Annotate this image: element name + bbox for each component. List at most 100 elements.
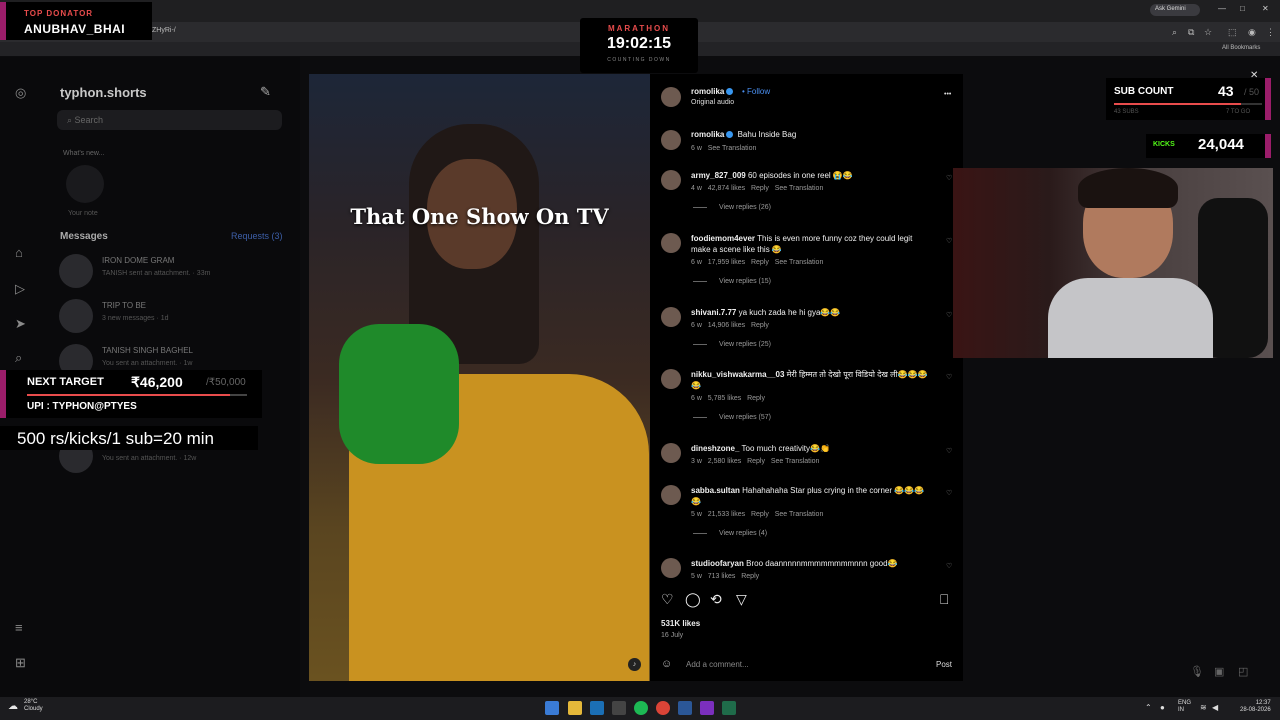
view-replies-button[interactable]: View replies (4) bbox=[693, 530, 767, 537]
mute-toggle-icon[interactable]: ♪ bbox=[628, 658, 641, 671]
file-explorer-icon[interactable] bbox=[568, 701, 582, 715]
comment-username[interactable]: sabba.sultan bbox=[691, 486, 740, 495]
thread-row[interactable]: IRON DOME GRAM TANISH sent an attachment… bbox=[45, 250, 295, 292]
reel-video[interactable]: That One Show On TV bbox=[309, 74, 650, 681]
reply-button[interactable]: Reply bbox=[751, 322, 769, 329]
tray-chevron-icon[interactable]: ⌃ bbox=[1145, 703, 1152, 712]
comment-avatar[interactable] bbox=[661, 233, 681, 253]
steam-icon[interactable] bbox=[590, 701, 604, 715]
add-comment-input[interactable]: Add a comment... bbox=[686, 660, 749, 669]
weather-widget[interactable]: 28°C Cloudy bbox=[24, 699, 43, 713]
mic-tray-icon[interactable]: ● bbox=[1160, 703, 1165, 712]
reply-button[interactable]: Reply bbox=[747, 395, 765, 402]
sticker-icon[interactable]: ◰ bbox=[1238, 665, 1248, 678]
more-menu-icon[interactable]: ≡ bbox=[15, 620, 31, 636]
comment-username[interactable]: foodiemom4ever bbox=[691, 234, 755, 243]
reels-icon[interactable]: ▷ bbox=[15, 281, 31, 297]
reply-button[interactable]: Reply bbox=[751, 185, 769, 192]
reply-button[interactable]: Reply bbox=[741, 573, 759, 580]
language-indicator[interactable]: ENG IN bbox=[1178, 700, 1191, 714]
volume-icon[interactable]: ◀ bbox=[1212, 703, 1218, 712]
address-bar[interactable]: ZHyRi-/ bbox=[152, 27, 176, 34]
like-icon[interactable]: ♡ bbox=[661, 591, 674, 608]
share-icon[interactable]: ▽ bbox=[736, 591, 747, 608]
reply-button[interactable]: Reply bbox=[751, 259, 769, 266]
menu-icon[interactable]: ⋮ bbox=[1266, 27, 1275, 38]
extensions-icon[interactable]: ⬚ bbox=[1228, 27, 1237, 38]
caption-avatar[interactable] bbox=[661, 130, 681, 150]
see-translation-link[interactable]: See Translation bbox=[771, 458, 820, 465]
comment-likes[interactable]: 5,785 likes bbox=[708, 395, 741, 402]
emoji-icon[interactable]: ☺ bbox=[661, 658, 672, 670]
profile-icon[interactable]: ◉ bbox=[1248, 27, 1256, 38]
post-author[interactable]: romolika bbox=[691, 87, 735, 96]
search-input[interactable]: ⌕ Search bbox=[57, 110, 282, 130]
comment-like-icon[interactable]: ♡ bbox=[946, 237, 952, 245]
likes-count[interactable]: 531K likes bbox=[661, 619, 700, 628]
audio-label[interactable]: Original audio bbox=[691, 99, 734, 106]
comment-likes[interactable]: 2,580 likes bbox=[708, 458, 741, 465]
comment-username[interactable]: nikku_vishwakarma__03 bbox=[691, 370, 784, 379]
comment-like-icon[interactable]: ♡ bbox=[946, 489, 952, 497]
comment-username[interactable]: studioofaryan bbox=[691, 559, 744, 568]
comment-likes[interactable]: 14,906 likes bbox=[708, 322, 745, 329]
compose-icon[interactable]: ✎ bbox=[260, 84, 271, 100]
instagram-logo-icon[interactable]: ◎ bbox=[15, 85, 31, 101]
more-options-icon[interactable]: ••• bbox=[944, 91, 951, 98]
obs-icon[interactable] bbox=[700, 701, 714, 715]
comment-like-icon[interactable]: ♡ bbox=[946, 311, 952, 319]
close-window-button[interactable]: ✕ bbox=[1262, 4, 1269, 13]
comment-username[interactable]: army_827_009 bbox=[691, 171, 746, 180]
bookmark-star-icon[interactable]: ☆ bbox=[1204, 27, 1212, 38]
comment-icon[interactable]: ◯ bbox=[685, 591, 701, 608]
spotify-icon[interactable] bbox=[634, 701, 648, 715]
minimize-button[interactable]: — bbox=[1218, 4, 1226, 13]
see-translation-link[interactable]: See Translation bbox=[775, 511, 824, 518]
comment-avatar[interactable] bbox=[661, 369, 681, 389]
clock[interactable]: 12:37 28-08-2026 bbox=[1240, 700, 1271, 714]
view-replies-button[interactable]: View replies (26) bbox=[693, 204, 771, 211]
comment-likes[interactable]: 42,874 likes bbox=[708, 185, 745, 192]
comment-like-icon[interactable]: ♡ bbox=[946, 174, 952, 182]
mic-icon[interactable]: 🎙 bbox=[1190, 665, 1204, 678]
comment-likes[interactable]: 21,533 likes bbox=[708, 511, 745, 518]
settings-icon[interactable] bbox=[612, 701, 626, 715]
zoom-icon[interactable]: ⌕ bbox=[1172, 27, 1177, 38]
requests-link[interactable]: Requests (3) bbox=[231, 231, 283, 241]
view-replies-button[interactable]: View replies (57) bbox=[693, 414, 771, 421]
thread-row[interactable]: TRIP TO BE 3 new messages · 1d bbox=[45, 295, 295, 337]
meta-apps-icon[interactable]: ⊞ bbox=[15, 655, 31, 671]
direct-messages-icon[interactable]: ➤ bbox=[15, 316, 31, 332]
see-translation-link[interactable]: See Translation bbox=[708, 145, 757, 152]
search-nav-icon[interactable]: ⌕ bbox=[15, 350, 31, 366]
weather-icon[interactable]: ☁ bbox=[8, 701, 18, 712]
close-overlay-icon[interactable]: ✕ bbox=[1250, 70, 1258, 81]
reply-button[interactable]: Reply bbox=[747, 458, 765, 465]
note-avatar[interactable] bbox=[66, 165, 104, 203]
comment-like-icon[interactable]: ♡ bbox=[946, 562, 952, 570]
comment-username[interactable]: dineshzone_ bbox=[691, 444, 739, 453]
home-icon[interactable]: ⌂ bbox=[15, 245, 31, 261]
view-replies-button[interactable]: View replies (25) bbox=[693, 341, 771, 348]
image-icon[interactable]: ▣ bbox=[1214, 665, 1224, 678]
all-bookmarks-button[interactable]: All Bookmarks bbox=[1222, 45, 1260, 51]
app-icon[interactable] bbox=[722, 701, 736, 715]
save-icon[interactable]: ⎕ bbox=[940, 591, 948, 608]
post-comment-button[interactable]: Post bbox=[936, 660, 952, 669]
caption-author[interactable]: romolika bbox=[691, 130, 724, 139]
see-translation-link[interactable]: See Translation bbox=[775, 259, 824, 266]
comment-avatar[interactable] bbox=[661, 307, 681, 327]
maximize-button[interactable]: □ bbox=[1240, 4, 1245, 13]
comment-avatar[interactable] bbox=[661, 443, 681, 463]
repost-icon[interactable]: ⟲ bbox=[710, 591, 722, 608]
wifi-icon[interactable]: ≋ bbox=[1200, 703, 1207, 712]
view-replies-button[interactable]: View replies (15) bbox=[693, 278, 771, 285]
calculator-icon[interactable] bbox=[678, 701, 692, 715]
comment-likes[interactable]: 17,959 likes bbox=[708, 259, 745, 266]
comment-like-icon[interactable]: ♡ bbox=[946, 447, 952, 455]
comment-avatar[interactable] bbox=[661, 170, 681, 190]
follow-button[interactable]: • Follow bbox=[742, 87, 770, 96]
reply-button[interactable]: Reply bbox=[751, 511, 769, 518]
account-name[interactable]: typhon.shorts bbox=[60, 85, 147, 100]
install-icon[interactable]: ⧉ bbox=[1188, 27, 1194, 38]
